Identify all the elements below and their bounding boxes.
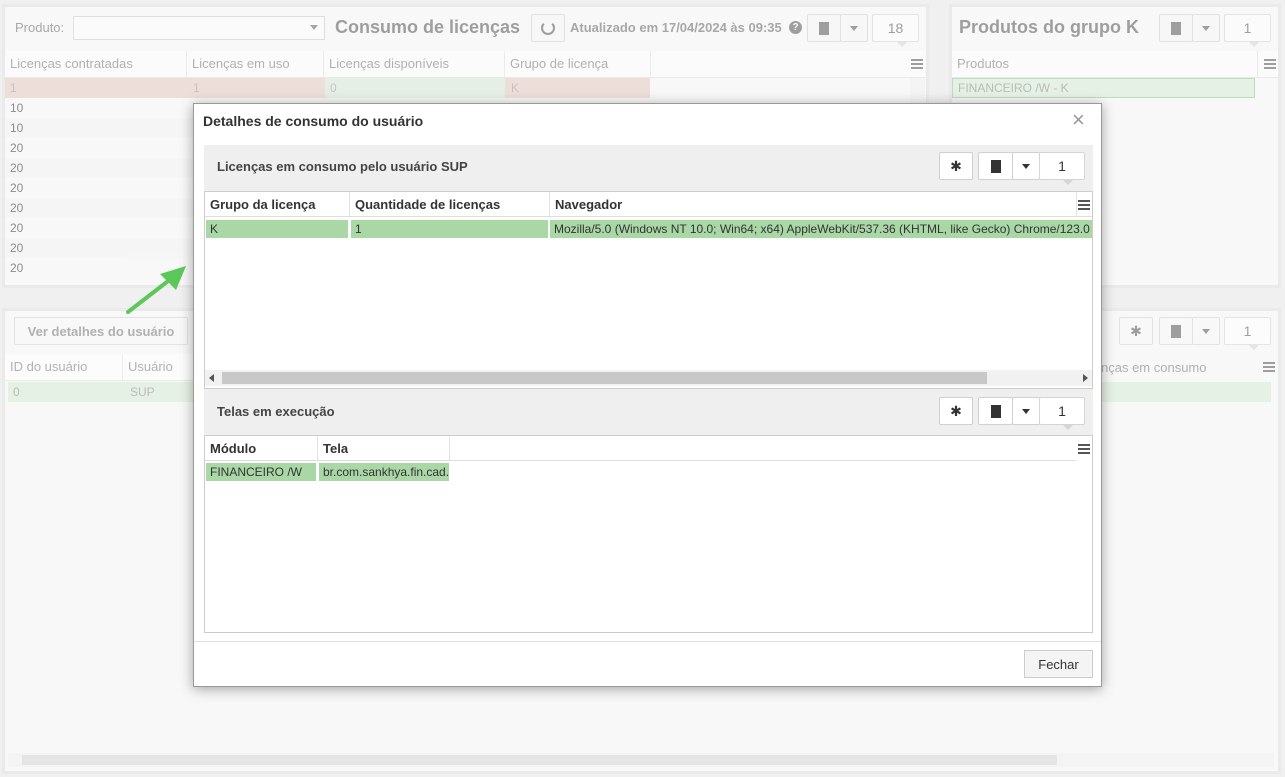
file-export-icon <box>1171 324 1181 338</box>
scroll-left-icon[interactable] <box>209 374 214 382</box>
caret-down-icon <box>1202 328 1210 334</box>
help-icon[interactable]: ? <box>789 21 802 34</box>
cell-em-uso: 1 <box>193 81 200 95</box>
caret-down-icon <box>1202 25 1210 31</box>
chevron-down-icon <box>310 25 318 30</box>
grid-menu-icon[interactable] <box>1078 200 1090 210</box>
list-item[interactable]: FINANCEIRO /W - K <box>952 78 1255 98</box>
file-export-icon <box>1171 21 1181 35</box>
produtos-title: Produtos do grupo K <box>959 17 1139 37</box>
record-counter: 18 <box>872 14 919 47</box>
export-dropdown-button[interactable] <box>1012 397 1040 425</box>
export-dropdown-button[interactable] <box>840 14 868 42</box>
file-export-icon <box>990 159 1001 173</box>
telas-counter: 1 <box>1039 397 1085 430</box>
list-item[interactable]: 20 <box>5 198 193 218</box>
grid-menu-icon[interactable] <box>911 59 923 69</box>
updated-text: Atualizado em 17/04/2024 às 09:35 <box>570 20 782 35</box>
col-produtos[interactable]: Produtos <box>952 51 1258 77</box>
annotation-arrow <box>126 266 186 314</box>
produtos-counter: 1 <box>1224 14 1271 47</box>
col-licencas-disponiveis[interactable]: Licenças disponíveis <box>324 51 505 77</box>
table-row-right <box>1101 382 1271 402</box>
modal-title: Detalhes de consumo do usuário <box>203 113 424 129</box>
col-modulo[interactable]: Módulo <box>205 436 318 460</box>
cell-navegador[interactable]: Mozilla/5.0 (Windows NT 10.0; Win64; x64… <box>550 220 1092 238</box>
fechar-button[interactable]: Fechar <box>1024 650 1093 678</box>
consumo-grid-header: Licenças contratadas Licenças em uso Lic… <box>5 51 925 78</box>
caret-down-icon <box>1022 163 1030 169</box>
usuarios-dropdown-button[interactable] <box>1192 317 1220 345</box>
produto-select[interactable] <box>73 16 325 40</box>
cell-usuario: SUP <box>130 385 155 399</box>
close-icon[interactable]: × <box>1072 107 1085 133</box>
cell-modulo[interactable]: FINANCEIRO /W <box>206 463 316 481</box>
consumo-title: Consumo de licenças <box>335 17 521 37</box>
file-export-icon <box>990 404 1001 418</box>
licencas-section-title: Licenças em consumo pelo usuário SUP <box>217 159 468 174</box>
cell-grupo-licenca[interactable]: K <box>206 220 348 238</box>
col-licencas-consumo[interactable]: nças em consumo <box>1101 360 1207 375</box>
horizontal-scrollbar[interactable] <box>205 370 1092 386</box>
col-quantidade-licencas[interactable]: Quantidade de licenças <box>350 192 550 216</box>
caret-down-icon <box>1022 408 1030 414</box>
produto-label: Produto: <box>15 20 65 35</box>
settings-button[interactable]: ✱ <box>939 152 973 180</box>
telas-grid-header: Módulo Tela <box>205 436 1076 461</box>
cell-disponiveis: 0 <box>325 78 505 98</box>
cell-id-usuario: 0 <box>13 385 20 399</box>
list-item[interactable]: 20 <box>5 178 193 198</box>
usuarios-counter: 1 <box>1224 317 1271 350</box>
col-id-usuario[interactable]: ID do usuário <box>5 354 123 380</box>
grid-menu-icon[interactable] <box>1264 59 1276 69</box>
grid-menu-icon[interactable] <box>1263 362 1275 372</box>
user-details-modal: Detalhes de consumo do usuário × Licença… <box>193 103 1102 687</box>
scroll-right-icon[interactable] <box>1083 374 1088 382</box>
licencas-grid-header: Grupo da licença Quantidade de licenças … <box>205 192 1092 217</box>
gear-icon: ✱ <box>950 402 962 419</box>
settings-button[interactable]: ✱ <box>1119 317 1153 345</box>
list-item[interactable]: 20 <box>5 138 193 158</box>
gear-icon: ✱ <box>950 157 962 174</box>
refresh-button[interactable] <box>531 14 565 42</box>
col-grupo-licenca[interactable]: Grupo da licença <box>205 192 350 216</box>
cell-contratadas: 1 <box>10 81 17 95</box>
export-button[interactable] <box>978 397 1013 425</box>
settings-button[interactable]: ✱ <box>939 397 973 425</box>
modal-divider <box>194 641 1101 642</box>
produtos-dropdown-button[interactable] <box>1192 14 1220 42</box>
list-item[interactable]: 10 <box>5 118 193 138</box>
cell-tela[interactable]: br.com.sankhya.fin.cad. <box>319 463 449 481</box>
file-export-icon <box>819 21 829 35</box>
col-licencas-em-uso[interactable]: Licenças em uso <box>187 51 324 77</box>
usuarios-export-button[interactable] <box>1159 317 1193 345</box>
list-item[interactable]: 10 <box>5 98 193 118</box>
list-item[interactable]: 20 <box>5 238 193 258</box>
col-usuario[interactable]: Usuário <box>123 354 193 380</box>
usuarios-grid-header: ID do usuário Usuário <box>5 354 193 381</box>
col-tela[interactable]: Tela <box>318 436 450 460</box>
horizontal-scrollbar[interactable] <box>8 753 1274 767</box>
produtos-export-button[interactable] <box>1159 14 1193 42</box>
cell-quantidade[interactable]: 1 <box>351 220 548 238</box>
list-item[interactable]: 20 <box>5 158 193 178</box>
produtos-grid-header: Produtos <box>952 51 1278 78</box>
export-dropdown-button[interactable] <box>1012 152 1040 180</box>
gear-icon: ✱ <box>1130 322 1142 339</box>
list-item[interactable]: 20 <box>5 218 193 238</box>
col-navegador[interactable]: Navegador <box>550 192 1077 216</box>
export-button[interactable] <box>807 14 841 42</box>
ver-detalhes-button[interactable]: Ver detalhes do usuário <box>14 317 188 345</box>
grid-menu-icon[interactable] <box>1078 444 1090 454</box>
telas-section-title: Telas em execução <box>217 404 335 419</box>
export-button[interactable] <box>978 152 1013 180</box>
cell-grupo: K <box>511 81 520 95</box>
col-licencas-contratadas[interactable]: Licenças contratadas <box>5 51 187 77</box>
table-row[interactable] <box>8 382 193 402</box>
licencas-counter: 1 <box>1039 152 1085 185</box>
refresh-icon <box>541 21 555 35</box>
col-grupo-licenca[interactable]: Grupo de licença <box>505 51 651 77</box>
caret-down-icon <box>850 25 858 31</box>
